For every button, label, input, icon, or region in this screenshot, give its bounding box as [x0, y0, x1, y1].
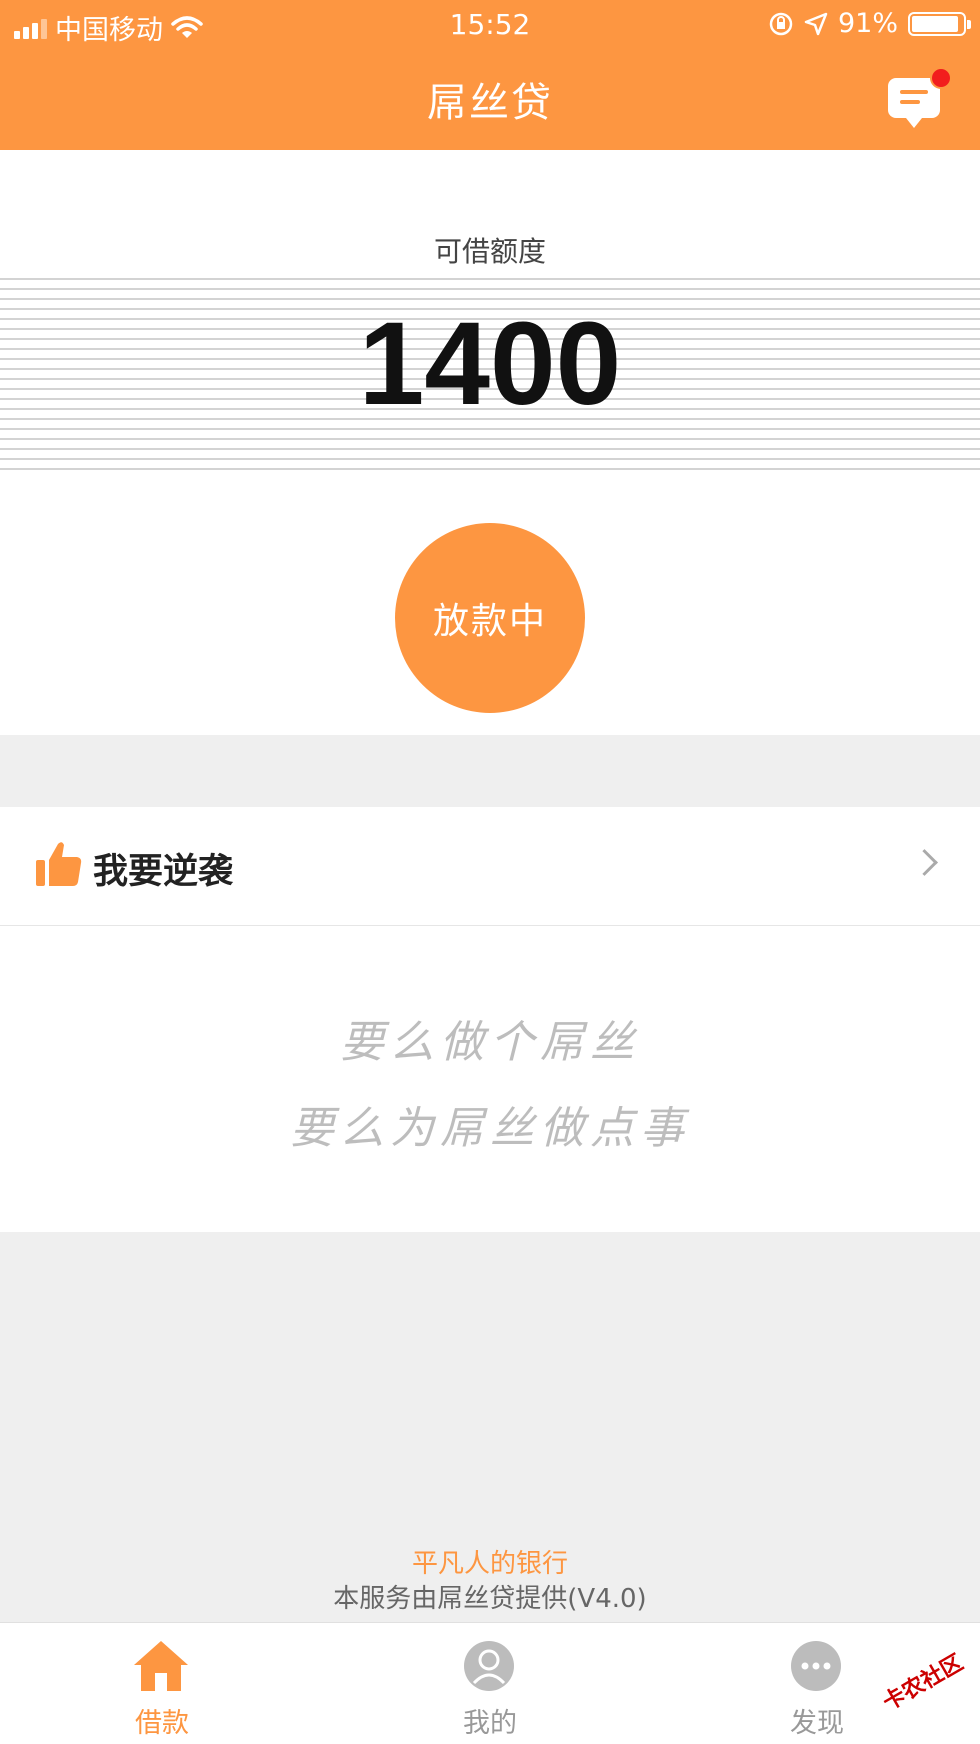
status-right: 91%	[768, 8, 971, 39]
slogan-line-1: 要么做个屌丝	[340, 1017, 640, 1068]
credit-panel: 可借额度 1400 放款中	[0, 150, 980, 735]
tab-bar: 借款 我的 发现	[0, 1622, 980, 1744]
thumbs-up-icon	[36, 842, 82, 886]
location-arrow-icon	[804, 12, 828, 35]
slogan-panel: 要么做个屌丝 要么为屌丝做点事	[0, 926, 980, 1232]
counterattack-label: 我要逆袭	[93, 852, 234, 892]
provider-text: 本服务由屌丝贷提供(V4.0)	[333, 1584, 647, 1614]
page-title: 屌丝贷	[427, 80, 553, 126]
home-icon	[134, 1641, 188, 1691]
app-header: 中国移动 15:52 91% 屌丝贷	[0, 0, 980, 150]
tagline: 平凡人的银行	[411, 1549, 568, 1579]
more-icon	[791, 1641, 841, 1691]
rotation-lock-icon	[769, 12, 793, 35]
tab-mine[interactable]: 我的	[390, 1623, 590, 1744]
counterattack-row[interactable]: 我要逆袭	[0, 807, 980, 926]
tab-label: 借款	[135, 1708, 189, 1739]
slogan-line-2: 要么为屌丝做点事	[290, 1103, 690, 1154]
tab-loan[interactable]: 借款	[62, 1623, 262, 1744]
credit-amount: 1400	[358, 298, 622, 430]
notification-dot	[930, 67, 952, 89]
status-bar: 中国移动 15:52 91%	[0, 0, 980, 48]
credit-label: 可借额度	[433, 235, 546, 268]
user-icon	[464, 1641, 514, 1691]
chevron-right-icon	[911, 849, 938, 876]
battery-icon	[908, 11, 971, 36]
loan-status-button[interactable]: 放款中	[395, 523, 585, 713]
tab-label: 我的	[463, 1708, 517, 1739]
battery-percent: 91%	[837, 8, 898, 39]
